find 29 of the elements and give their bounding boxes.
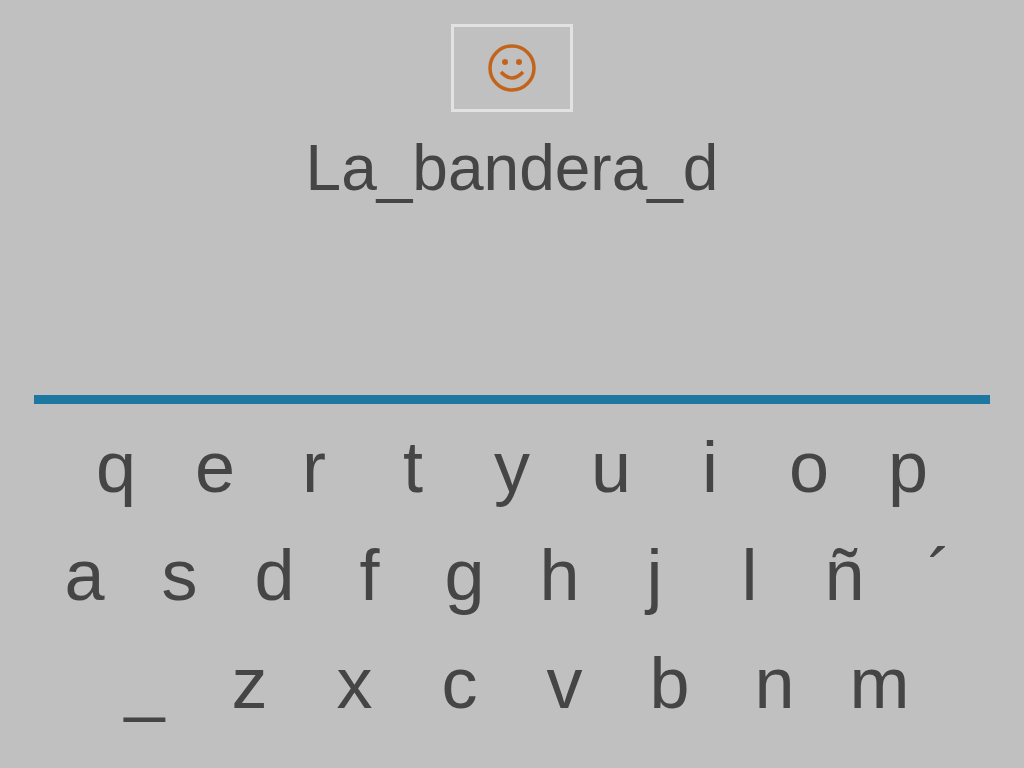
key-button[interactable]: i bbox=[660, 422, 760, 512]
key-button[interactable]: p bbox=[858, 422, 958, 512]
key-button[interactable]: h bbox=[512, 530, 607, 620]
key-button[interactable]: ´ bbox=[892, 530, 987, 620]
key-button[interactable]: _ bbox=[92, 638, 197, 728]
key-button[interactable]: j bbox=[607, 530, 702, 620]
smiley-icon bbox=[487, 43, 537, 93]
key-button[interactable]: f bbox=[322, 530, 417, 620]
key-button[interactable]: b bbox=[617, 638, 722, 728]
key-button[interactable]: x bbox=[302, 638, 407, 728]
key-button[interactable]: y bbox=[462, 422, 562, 512]
key-button[interactable]: n bbox=[722, 638, 827, 728]
key-button[interactable]: e bbox=[165, 422, 265, 512]
key-button[interactable]: r bbox=[264, 422, 364, 512]
key-button[interactable]: s bbox=[132, 530, 227, 620]
key-button[interactable]: u bbox=[561, 422, 661, 512]
key-button[interactable]: d bbox=[227, 530, 322, 620]
key-button[interactable]: c bbox=[407, 638, 512, 728]
key-button[interactable]: a bbox=[37, 530, 132, 620]
key-button[interactable]: m bbox=[827, 638, 932, 728]
word-prompt: La_bandera_d bbox=[305, 131, 719, 206]
key-button[interactable]: z bbox=[197, 638, 302, 728]
key-button[interactable]: q bbox=[66, 422, 166, 512]
key-button[interactable]: ñ bbox=[797, 530, 892, 620]
key-button[interactable]: g bbox=[417, 530, 512, 620]
key-button[interactable]: o bbox=[759, 422, 859, 512]
key-button[interactable]: l bbox=[702, 530, 797, 620]
key-button[interactable]: t bbox=[363, 422, 463, 512]
key-button[interactable]: v bbox=[512, 638, 617, 728]
